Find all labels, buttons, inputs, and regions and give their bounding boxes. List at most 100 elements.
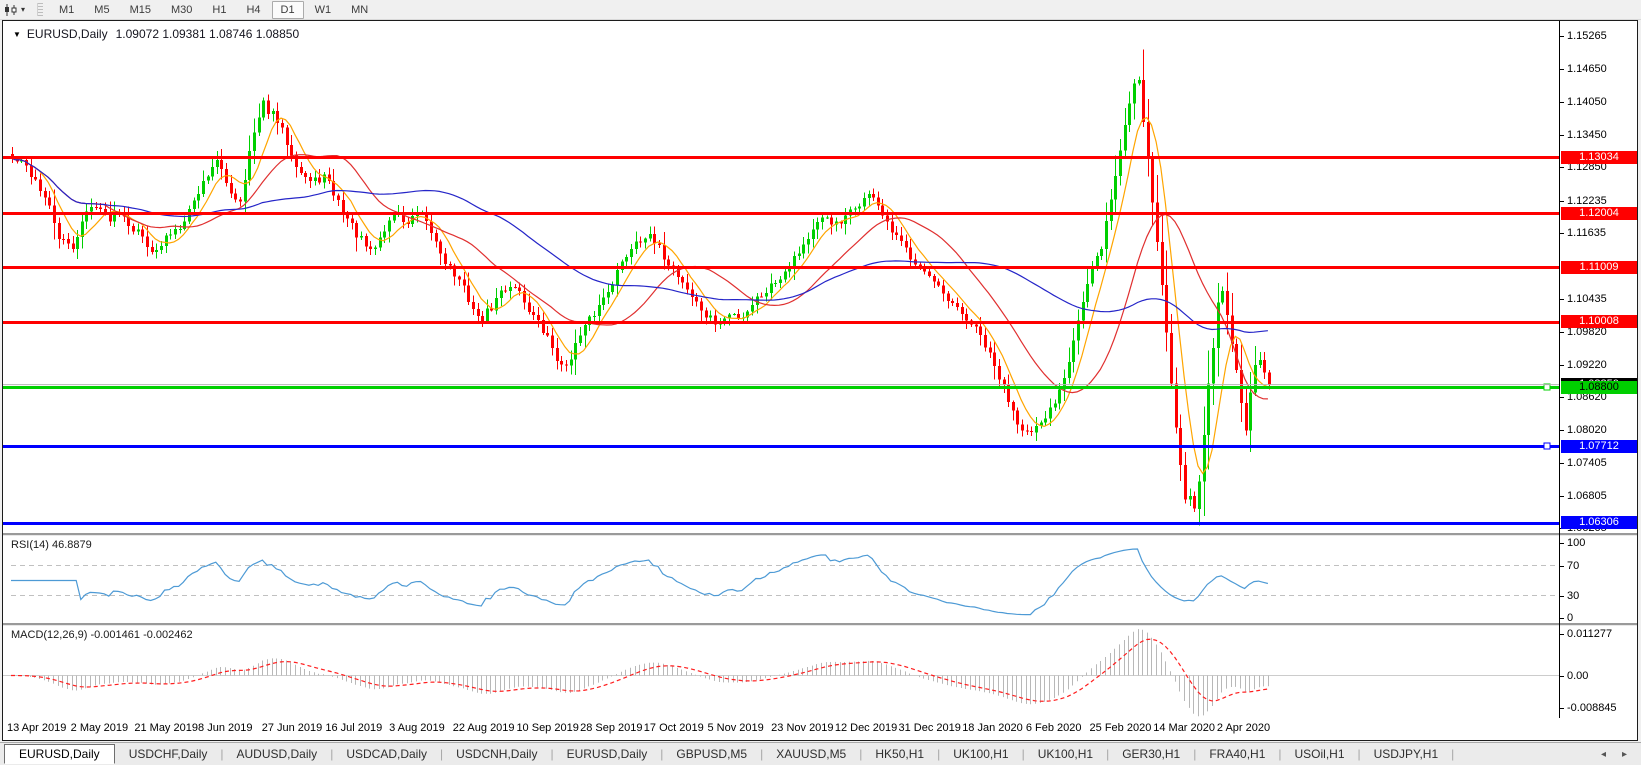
axis-tick-label: 1.07405 [1567,457,1607,469]
chart-tab-eurusd-daily[interactable]: EURUSD,Daily [555,745,660,763]
price-hline[interactable] [3,386,1559,389]
axis-tick-label: 100 [1567,537,1585,549]
price-pane[interactable] [3,23,1559,533]
chart-tab-hk50-h1[interactable]: HK50,H1 [863,745,936,763]
chart-tab-usdjpy-h1[interactable]: USDJPY,H1 [1362,745,1450,763]
timeframe-button-d1[interactable]: D1 [272,1,304,19]
rsi-pane[interactable] [3,535,1559,623]
axis-tick-mark [1560,430,1564,431]
chart-tab-usdcnh-daily[interactable]: USDCNH,Daily [444,745,549,763]
axis-tick-label: 1.11635 [1567,227,1606,239]
chart-tab-fra40-h1[interactable]: FRA40,H1 [1197,745,1277,763]
axis-tick-label: 70 [1567,560,1579,572]
chart-tab-uk100-h1[interactable]: UK100,H1 [941,745,1020,763]
price-hline[interactable] [3,445,1559,448]
date-label: 2 May 2019 [71,722,128,734]
date-label: 12 Dec 2019 [835,722,897,734]
timeframe-button-m30[interactable]: M30 [162,1,201,19]
chart-tab-gbpusd-m5[interactable]: GBPUSD,M5 [664,745,759,763]
macd-label: MACD(12,26,9) -0.001461 -0.002462 [11,629,193,641]
chart-tab-eurusd-daily[interactable]: EURUSD,Daily [4,744,115,764]
tab-scroll-left-icon[interactable]: ◂ [1601,749,1606,760]
axis-tick-mark [1560,69,1564,70]
axis-tick-mark [1560,167,1564,168]
time-axis[interactable]: 13 Apr 20192 May 201921 May 20198 Jun 20… [3,718,1637,740]
top-toolbar: ▾ M1M5M15M30H1H4D1W1MN [0,0,1641,20]
date-label: 25 Feb 2020 [1090,722,1152,734]
date-label: 18 Jan 2020 [962,722,1023,734]
chart-tool-dropdown-icon[interactable]: ▾ [21,5,25,14]
price-axis[interactable]: 1.152651.146501.140501.134501.128501.122… [1559,21,1638,718]
date-label: 5 Nov 2019 [707,722,763,734]
axis-tick-label: 1.10435 [1567,293,1607,305]
rsi-label: RSI(14) 46.8879 [11,539,92,551]
date-label: 3 Aug 2019 [389,722,445,734]
axis-tick-label: 0.011277 [1567,628,1612,640]
axis-tick-label: 0 [1567,612,1573,624]
axis-tick-mark [1560,566,1564,567]
hline-price-label: 1.08800 [1561,381,1637,394]
timeframe-button-h1[interactable]: H1 [203,1,235,19]
chart-tabs: EURUSD,DailyUSDCHF,Daily|AUDUSD,Daily|US… [0,744,1455,764]
axis-tick-label: 1.14050 [1567,96,1607,108]
axis-tick-label: 0.00 [1567,670,1588,682]
axis-tick-label: 1.06805 [1567,490,1607,502]
date-label: 17 Oct 2019 [644,722,704,734]
axis-tick-label: 1.09220 [1567,359,1607,371]
date-label: 16 Jul 2019 [325,722,382,734]
hline-price-label: 1.13034 [1561,151,1637,164]
macd-pane[interactable] [3,625,1559,719]
date-label: 8 Jun 2019 [198,722,252,734]
chart-tab-usdchf-daily[interactable]: USDCHF,Daily [117,745,220,763]
date-label: 14 Mar 2020 [1153,722,1215,734]
axis-tick-mark [1560,618,1564,619]
axis-tick-mark [1560,332,1564,333]
axis-tick-mark [1560,543,1564,544]
hline-handle[interactable] [1544,443,1550,449]
price-hline[interactable] [3,156,1559,159]
toolbar-grip[interactable] [37,3,43,16]
hline-price-label: 1.06306 [1561,516,1637,529]
ma-slow-line [11,158,1268,332]
timeframe-button-m5[interactable]: M5 [85,1,118,19]
chart-tab-bar: EURUSD,DailyUSDCHF,Daily|AUDUSD,Daily|US… [0,742,1641,765]
candles-layer [11,50,1271,526]
axis-tick-mark [1560,496,1564,497]
chart-tab-xauusd-m5[interactable]: XAUUSD,M5 [764,745,858,763]
chart-symbol-label: EURUSD,Daily [27,27,108,41]
axis-tick-mark [1560,233,1564,234]
timeframe-button-mn[interactable]: MN [342,1,377,19]
axis-tick-mark [1560,596,1564,597]
price-hline[interactable] [3,212,1559,215]
price-hline[interactable] [3,266,1559,269]
axis-tick-mark [1560,201,1564,202]
timeframe-button-w1[interactable]: W1 [306,1,341,19]
date-label: 28 Sep 2019 [580,722,642,734]
chart-window[interactable]: ▼ EURUSD,Daily 1.09072 1.09381 1.08746 1… [2,20,1638,741]
chart-tab-usdcad-daily[interactable]: USDCAD,Daily [334,745,439,763]
timeframe-button-h4[interactable]: H4 [237,1,269,19]
date-label: 23 Nov 2019 [771,722,833,734]
chart-tab-usoil-h1[interactable]: USOil,H1 [1283,745,1357,763]
axis-tick-mark [1560,365,1564,366]
timeframe-button-m15[interactable]: M15 [121,1,160,19]
chart-ohlc-values: 1.09072 1.09381 1.08746 1.08850 [116,27,300,41]
timeframe-button-m1[interactable]: M1 [50,1,83,19]
date-label: 10 Sep 2019 [516,722,578,734]
axis-tick-label: 1.08020 [1567,424,1607,436]
chart-tool-button[interactable]: ▾ [3,3,29,17]
price-hline[interactable] [3,321,1559,324]
price-hline[interactable] [3,522,1559,525]
chart-tab-uk100-h1[interactable]: UK100,H1 [1026,745,1105,763]
macd-histogram [12,629,1269,716]
axis-tick-mark [1560,102,1564,103]
rsi-line [11,549,1268,615]
hline-price-label: 1.11009 [1561,261,1637,274]
tab-scroll-right-icon[interactable]: ▸ [1622,749,1627,760]
chart-tab-audusd-daily[interactable]: AUDUSD,Daily [225,745,330,763]
axis-tick-mark [1560,36,1564,37]
axis-tick-mark [1560,676,1564,677]
axis-tick-label: 1.15265 [1567,30,1607,42]
chart-tab-ger30-h1[interactable]: GER30,H1 [1110,745,1192,763]
hline-price-label: 1.12004 [1561,207,1637,220]
